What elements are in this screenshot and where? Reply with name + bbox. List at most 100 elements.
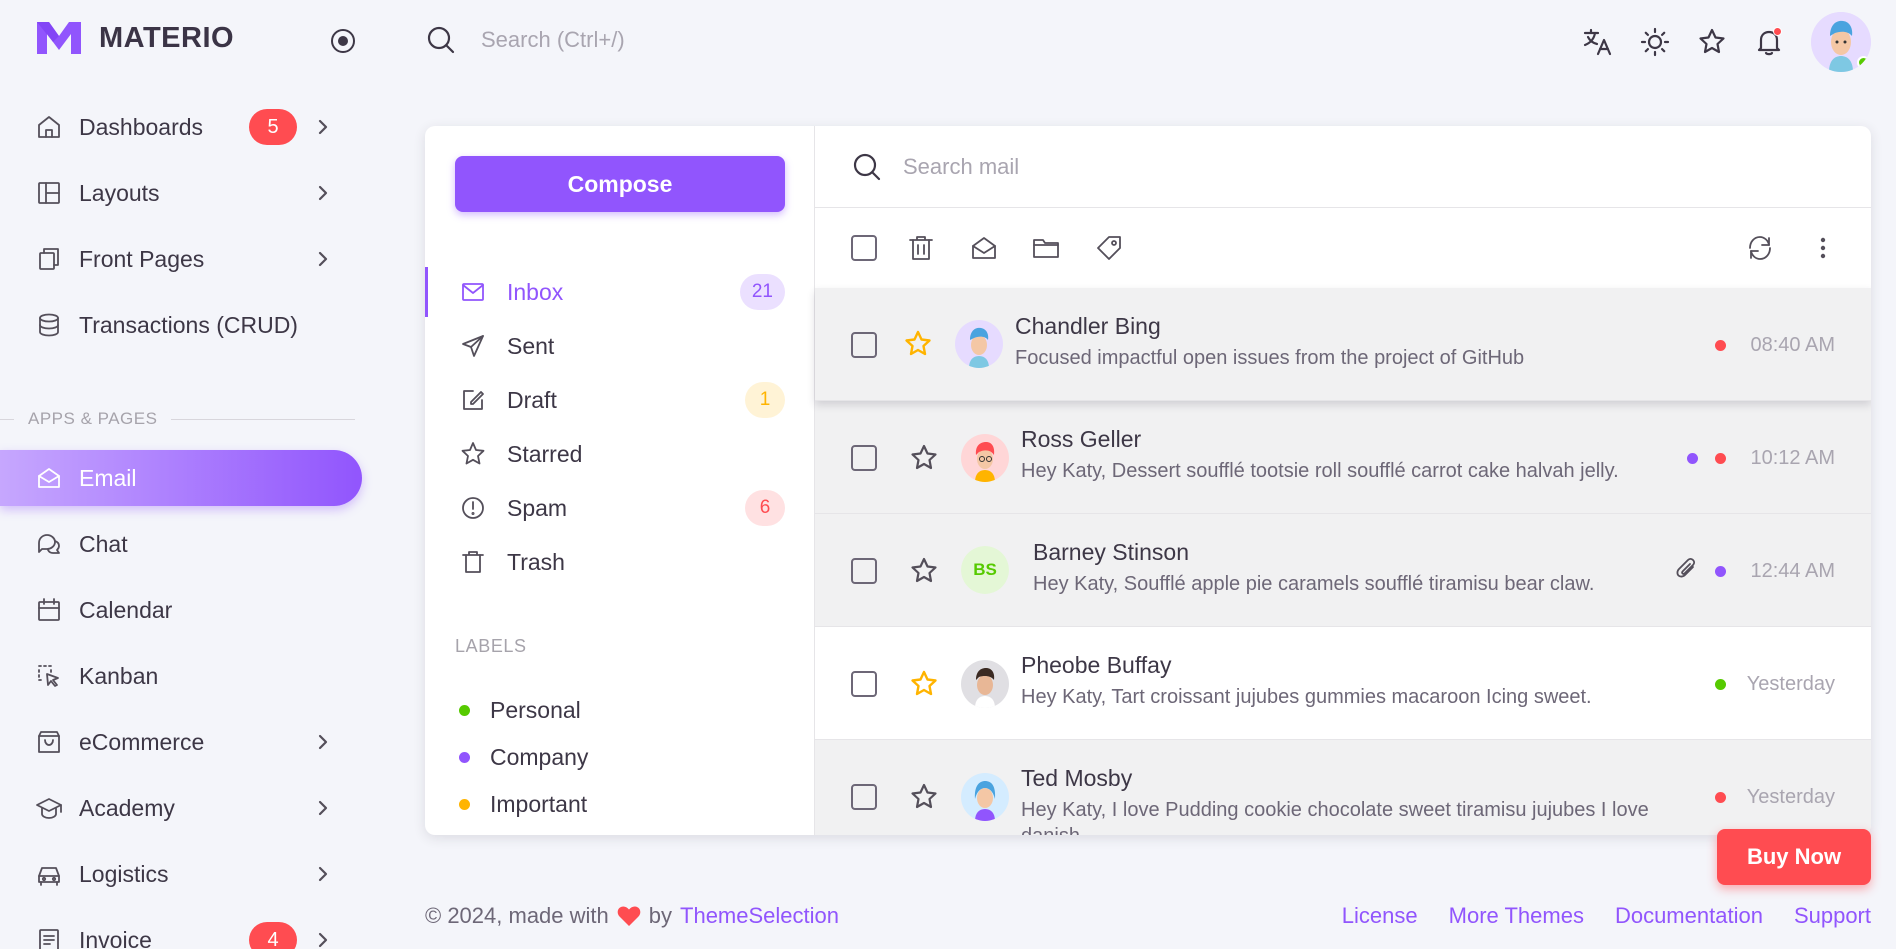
sidebar-item-invoice[interactable]: Invoice 4 [0, 912, 362, 949]
star-icon[interactable] [909, 669, 939, 699]
alert-circle-icon [462, 497, 484, 519]
star-icon [1699, 28, 1725, 54]
notifications-button[interactable] [1752, 25, 1786, 59]
sidebar-item-logistics[interactable]: Logistics [0, 846, 362, 902]
themeselection-link[interactable]: ThemeSelection [680, 903, 839, 929]
language-button[interactable] [1581, 25, 1615, 59]
avatar-icon [969, 327, 989, 368]
active-indicator [425, 267, 428, 317]
email-row[interactable]: BS Barney Stinson Hey Katy, Soufflé appl… [815, 514, 1871, 627]
send-icon [462, 335, 484, 357]
attachment-icon [1676, 557, 1696, 578]
label-personal[interactable]: Personal [455, 694, 581, 726]
sidebar-item-label: Chat [79, 530, 128, 557]
mail-search-placeholder: Search mail [903, 153, 1020, 179]
shortcuts-button[interactable] [1695, 25, 1729, 59]
license-link[interactable]: License [1342, 903, 1418, 929]
sidebar-item-email[interactable]: Email [0, 450, 362, 506]
sidebar-item-chat[interactable]: Chat [0, 516, 362, 572]
star-icon[interactable] [909, 556, 939, 586]
sun-icon [1640, 27, 1670, 57]
email-sender: Ross Geller [1021, 426, 1142, 452]
sidebar-item-label: Logistics [79, 860, 169, 887]
avatar [961, 773, 1009, 821]
label-dot [1715, 453, 1726, 464]
theme-toggle-button[interactable] [1638, 25, 1672, 59]
global-search[interactable]: Search (Ctrl+/) [425, 24, 625, 56]
email-preview: Focused impactful open issues from the p… [1015, 347, 1525, 369]
email-checkbox[interactable] [851, 332, 877, 358]
more-themes-link[interactable]: More Themes [1449, 903, 1584, 929]
shopping-bag-icon [38, 731, 60, 753]
section-header-label: APPS & PAGES [28, 409, 158, 428]
folder-starred[interactable]: Starred [425, 429, 815, 479]
folder-sent[interactable]: Sent [425, 321, 815, 371]
sidebar-item-ecommerce[interactable]: eCommerce [0, 714, 362, 770]
label-text: Personal [490, 696, 581, 723]
mail-search[interactable]: Search mail [815, 126, 1871, 208]
refresh-icon[interactable] [1745, 233, 1775, 263]
sidebar-item-label: eCommerce [79, 728, 205, 755]
global-search-placeholder: Search (Ctrl+/) [481, 27, 625, 52]
layout-icon [38, 182, 60, 204]
sidebar-item-dashboards[interactable]: Dashboards 5 [0, 99, 362, 155]
sidebar-item-academy[interactable]: Academy [0, 780, 362, 836]
star-icon [461, 442, 485, 465]
support-link[interactable]: Support [1794, 903, 1871, 929]
sidebar-item-kanban[interactable]: Kanban [0, 648, 362, 704]
user-avatar[interactable] [1811, 12, 1871, 72]
collapse-sidebar-button[interactable] [330, 28, 356, 54]
star-icon[interactable] [909, 443, 939, 473]
folder-inbox[interactable]: Inbox 21 [425, 267, 815, 317]
invoice-icon [39, 929, 59, 949]
brand-name: MATERIO [99, 21, 235, 54]
star-icon[interactable] [903, 329, 933, 359]
documentation-link[interactable]: Documentation [1615, 903, 1763, 929]
label-tag-icon[interactable] [1094, 233, 1124, 263]
label-important[interactable]: Important [455, 788, 587, 820]
brand[interactable]: MATERIO [35, 20, 234, 56]
avatar: BS [961, 546, 1009, 594]
star-icon[interactable] [909, 782, 939, 812]
folder-spam[interactable]: Spam 6 [425, 483, 815, 533]
delete-icon[interactable] [906, 233, 936, 263]
mark-read-icon[interactable] [969, 233, 999, 263]
folder-trash[interactable]: Trash [425, 537, 815, 587]
email-checkbox[interactable] [851, 445, 877, 471]
select-all-checkbox[interactable] [851, 235, 881, 265]
email-row[interactable]: Chandler Bing Focused impactful open iss… [815, 288, 1871, 401]
sidebar-item-label: Transactions (CRUD) [79, 311, 298, 338]
sidebar-item-calendar[interactable]: Calendar [0, 582, 362, 638]
sidebar-item-label: Calendar [79, 596, 173, 623]
label-dot [459, 704, 470, 716]
sidebar-item-layouts[interactable]: Layouts [0, 165, 362, 221]
avatar [961, 434, 1009, 482]
folder-draft[interactable]: Draft 1 [425, 375, 815, 425]
online-status-dot [1857, 56, 1870, 69]
compose-button[interactable]: Compose [455, 156, 785, 212]
buy-now-button[interactable]: Buy Now [1717, 829, 1871, 885]
more-vertical-icon[interactable] [1808, 233, 1838, 263]
folder-icon[interactable] [1031, 233, 1061, 263]
chevron-right-icon [318, 119, 328, 135]
sidebar-item-transactions[interactable]: Transactions (CRUD) [0, 297, 362, 353]
label-dot [459, 751, 470, 763]
chevron-right-icon [318, 251, 328, 267]
email-checkbox[interactable] [851, 671, 877, 697]
email-time: 08:40 AM [1750, 334, 1835, 356]
sidebar-item-front-pages[interactable]: Front Pages [0, 231, 362, 287]
email-row[interactable]: Pheobe Buffay Hey Katy, Tart croissant j… [815, 627, 1871, 740]
email-preview-continued: danish [1021, 825, 1080, 835]
email-row[interactable]: Ted Mosby Hey Katy, I love Pudding cooki… [815, 740, 1871, 835]
folder-count-badge: 6 [745, 490, 785, 526]
email-checkbox[interactable] [851, 784, 877, 810]
email-row[interactable]: Ross Geller Hey Katy, Dessert soufflé to… [815, 401, 1871, 514]
label-company[interactable]: Company [455, 741, 588, 773]
folder-count-badge: 21 [739, 274, 785, 310]
kanban-icon [38, 665, 59, 687]
avatar-icon [975, 668, 995, 708]
copyright-text: © 2024, made with [425, 903, 609, 928]
pages-icon [39, 248, 59, 270]
materio-logo-icon [37, 22, 81, 54]
email-checkbox[interactable] [851, 558, 877, 584]
